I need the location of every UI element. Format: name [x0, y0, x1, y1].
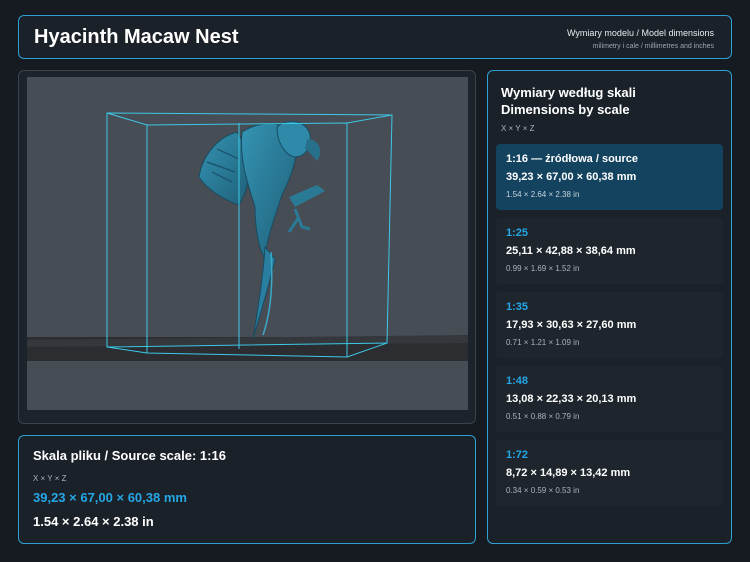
- viewport-scene: [27, 77, 468, 410]
- scale-dimensions-in: 1.54 × 2.64 × 2.38 in: [506, 190, 580, 199]
- scale-list-panel: Wymiary według skali Dimensions by scale…: [487, 70, 732, 544]
- scale-label: 1:25: [506, 227, 529, 239]
- source-scale-panel: Skala pliku / Source scale: 1:16 X × Y ×…: [18, 435, 476, 544]
- scale-item-1-16[interactable]: 1:16 — źródłowa / source 39,23 × 67,00 ×…: [496, 144, 723, 210]
- scale-dimensions-in: 0.71 × 1.21 × 1.09 in: [506, 338, 580, 347]
- scale-heading-en: Dimensions by scale: [501, 102, 630, 117]
- scale-label: 1:35: [506, 301, 529, 313]
- page-title: Hyacinth Macaw Nest: [34, 26, 239, 48]
- scale-item-1-35[interactable]: 1:35 17,93 × 30,63 × 27,60 mm 0.71 × 1.2…: [496, 292, 723, 358]
- scale-dimensions-in: 0.34 × 0.59 × 0.53 in: [506, 486, 580, 495]
- scale-heading-pl: Wymiary według skali: [501, 85, 636, 100]
- 3d-viewport[interactable]: [27, 77, 468, 410]
- source-axes-label: X × Y × Z: [33, 474, 67, 483]
- source-scale-heading: Skala pliku / Source scale: 1:16: [33, 448, 226, 463]
- scale-dimensions-mm: 39,23 × 67,00 × 60,38 mm: [506, 171, 637, 183]
- scale-label: 1:48: [506, 375, 529, 387]
- source-dimensions-mm: 39,23 × 67,00 × 60,38 mm: [33, 490, 187, 505]
- header-bar: Hyacinth Macaw Nest Wymiary modelu / Mod…: [18, 15, 732, 59]
- scale-item-1-72[interactable]: 1:72 8,72 × 14,89 × 13,42 mm 0.34 × 0.59…: [496, 440, 723, 506]
- scale-dimensions-mm: 8,72 × 14,89 × 13,42 mm: [506, 467, 631, 479]
- model-viewer: [18, 70, 476, 424]
- scale-dimensions-mm: 25,11 × 42,88 × 38,64 mm: [506, 245, 636, 257]
- scale-dimensions-mm: 17,93 × 30,63 × 27,60 mm: [506, 319, 637, 331]
- header-units-note: milimetry i cale / millimetres and inche…: [592, 43, 714, 50]
- scale-list-heading: Wymiary według skali Dimensions by scale: [501, 84, 636, 118]
- scale-axes-label: X × Y × Z: [501, 124, 535, 133]
- source-dimensions-in: 1.54 × 2.64 × 2.38 in: [33, 514, 154, 529]
- scale-dimensions-mm: 13,08 × 22,33 × 20,13 mm: [506, 393, 637, 405]
- header-subtitle: Wymiary modelu / Model dimensions: [567, 28, 714, 38]
- scale-dimensions-in: 0.99 × 1.69 × 1.52 in: [506, 264, 580, 273]
- scale-label: 1:16 — źródłowa / source: [506, 153, 639, 165]
- scale-label: 1:72: [506, 449, 529, 461]
- scale-item-1-48[interactable]: 1:48 13,08 × 22,33 × 20,13 mm 0.51 × 0.8…: [496, 366, 723, 432]
- scale-item-1-25[interactable]: 1:25 25,11 × 42,88 × 38,64 mm 0.99 × 1.6…: [496, 218, 723, 284]
- scale-dimensions-in: 0.51 × 0.88 × 0.79 in: [506, 412, 580, 421]
